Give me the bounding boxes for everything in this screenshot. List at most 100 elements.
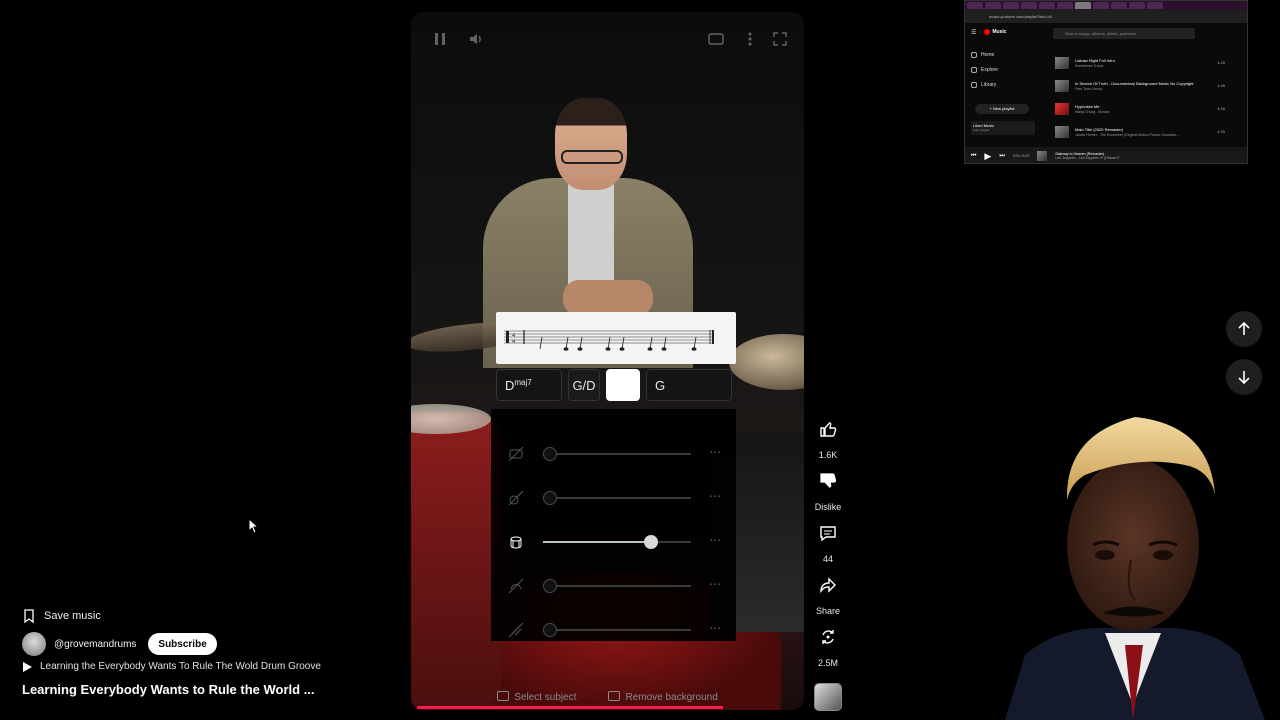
shorts-video-player[interactable]: 4 4 Dmaj7 G/D G ⋯ ⋯ ⋯ ⋯ ⋯ Select subject… <box>411 12 804 710</box>
related-video-title: Learning the Everybody Wants To Rule The… <box>40 661 321 672</box>
bass-muted-icon[interactable] <box>507 577 525 595</box>
track-row[interactable]: Main Title (2020 Remaster) James Horner -… <box>1055 120 1225 143</box>
save-music-button[interactable]: Save music <box>22 605 101 627</box>
comments-action: 44 <box>810 516 846 564</box>
other-slider[interactable] <box>543 623 691 637</box>
person-icon <box>497 691 510 701</box>
youtube-music-logo[interactable]: Music <box>984 29 1007 35</box>
new-playlist-button[interactable]: + New playlist <box>975 104 1029 114</box>
subscribe-button[interactable]: Subscribe <box>148 633 217 655</box>
channel-handle[interactable]: @grovemandrums <box>54 639 136 650</box>
dislike-label: Dislike <box>814 502 842 512</box>
video-progress-bar[interactable] <box>417 706 723 709</box>
home-icon <box>971 51 977 58</box>
explore-icon <box>971 66 977 73</box>
captions-icon[interactable] <box>707 30 725 48</box>
image-icon <box>608 691 621 701</box>
comments-button[interactable] <box>811 516 845 550</box>
bass-slider-knob[interactable] <box>543 579 557 593</box>
chord-gd[interactable]: G/D <box>568 369 600 401</box>
music-sidebar: Home Explore Library <box>971 47 1033 92</box>
channel-row: @grovemandrums Subscribe <box>22 632 217 656</box>
video-title[interactable]: Learning Everybody Wants to Rule the Wor… <box>22 682 315 697</box>
comments-count: 44 <box>822 554 833 564</box>
bass-more-icon[interactable]: ⋯ <box>709 577 722 591</box>
webcam-overlay-portrait <box>985 405 1280 720</box>
track-row[interactable]: Laibaw Night Full Intro Sometimes Trump 1… <box>1055 51 1225 74</box>
share-action: Share <box>810 568 846 616</box>
fullscreen-icon[interactable] <box>771 30 789 48</box>
now-playing-info: Stairway to Heaven (Remaster) Led Zeppel… <box>1055 152 1120 160</box>
remix-icon <box>822 630 834 644</box>
previous-track-icon[interactable]: ⏮ <box>971 153 976 160</box>
play-icon <box>23 661 32 672</box>
guitar-more-icon[interactable]: ⋯ <box>709 489 722 503</box>
other-more-icon[interactable]: ⋯ <box>709 621 722 635</box>
browser-window-thumbnail[interactable]: music.youtube.com/playlist?list=LM ☰ Mus… <box>964 0 1248 164</box>
next-short-button[interactable] <box>1226 359 1262 395</box>
library-icon <box>971 81 977 88</box>
vocals-muted-icon[interactable] <box>507 445 525 463</box>
chord-g[interactable]: G <box>646 369 732 401</box>
liked-music-item[interactable]: Liked Music Auto playlist <box>971 121 1035 135</box>
menu-icon[interactable]: ☰ <box>971 29 976 36</box>
bookmark-icon <box>24 609 34 623</box>
video-frame-cymbal <box>729 334 804 390</box>
volume-icon[interactable] <box>467 30 485 48</box>
vocals-more-icon[interactable]: ⋯ <box>709 445 722 459</box>
chord-dmaj7[interactable]: Dmaj7 <box>496 369 562 401</box>
related-video-link[interactable]: Learning the Everybody Wants To Rule The… <box>22 661 321 672</box>
select-subject-button[interactable]: Select subject <box>497 691 576 703</box>
track-row[interactable]: Hypnotize Me Wang Chung - Mosaic 4:45 <box>1055 97 1225 120</box>
play-icon[interactable]: ▶ <box>984 151 991 162</box>
mixer-row-guitar: ⋯ <box>491 483 736 513</box>
stem-mixer: ⋯ ⋯ ⋯ ⋯ ⋯ <box>491 409 736 641</box>
dislike-button[interactable] <box>811 464 845 498</box>
pause-icon[interactable] <box>431 30 449 48</box>
save-music-label: Save music <box>44 610 101 622</box>
sound-source-thumbnail[interactable] <box>814 683 842 711</box>
drums-icon[interactable] <box>507 533 525 551</box>
remove-background-button[interactable]: Remove background <box>608 691 718 703</box>
drums-slider[interactable] <box>543 535 691 549</box>
remix-button[interactable] <box>811 620 845 654</box>
drums-more-icon[interactable]: ⋯ <box>709 533 722 547</box>
sidebar-item-explore[interactable]: Explore <box>971 62 1033 77</box>
sidebar-item-home[interactable]: Home <box>971 47 1033 62</box>
svg-text:4: 4 <box>512 339 515 345</box>
other-muted-icon[interactable] <box>507 621 525 639</box>
vocals-slider[interactable] <box>543 447 691 461</box>
sidebar-item-library[interactable]: Library <box>971 77 1033 92</box>
next-track-icon[interactable]: ⏭ <box>999 153 1004 160</box>
like-action: 1.6K <box>810 412 846 460</box>
other-slider-knob[interactable] <box>543 623 557 637</box>
previous-short-button[interactable] <box>1226 311 1262 347</box>
guitar-slider[interactable] <box>543 491 691 505</box>
playlist-track-list: Laibaw Night Full Intro Sometimes Trump 1… <box>1055 51 1225 143</box>
like-button[interactable] <box>811 412 845 446</box>
music-search-input[interactable]: Search songs, albums, artists, podcasts <box>1053 28 1195 39</box>
mixer-row-other: ⋯ <box>491 615 736 645</box>
chord-current-marker[interactable] <box>606 369 640 401</box>
share-label: Share <box>815 606 841 616</box>
remix-count: 2.5M <box>817 658 838 668</box>
arrow-up-icon <box>1238 321 1250 335</box>
music-player-bar: ⏮ ▶ ⏭ 0:00 / 8:03 Stairway to Heaven (Re… <box>965 147 1247 163</box>
vocals-slider-knob[interactable] <box>543 447 557 461</box>
mixer-row-drums: ⋯ <box>491 527 736 557</box>
thumbs-down-icon <box>820 473 837 488</box>
drums-slider-knob[interactable] <box>644 535 658 549</box>
guitar-muted-icon[interactable] <box>507 489 525 507</box>
like-count: 1.6K <box>818 450 838 460</box>
share-button[interactable] <box>811 568 845 602</box>
bass-slider[interactable] <box>543 579 691 593</box>
guitar-slider-knob[interactable] <box>543 491 557 505</box>
track-row[interactable]: In Search Of Truth - Documentary Backgro… <box>1055 74 1225 97</box>
channel-avatar[interactable] <box>22 632 46 656</box>
drum-notation-score: 4 4 <box>496 312 736 364</box>
video-frame-snare <box>411 412 501 710</box>
browser-address-bar[interactable]: music.youtube.com/playlist?list=LM <box>965 10 1247 23</box>
more-vert-icon[interactable] <box>741 30 759 48</box>
remix-action: 2.5M <box>810 620 846 668</box>
dislike-action: Dislike <box>810 464 846 512</box>
